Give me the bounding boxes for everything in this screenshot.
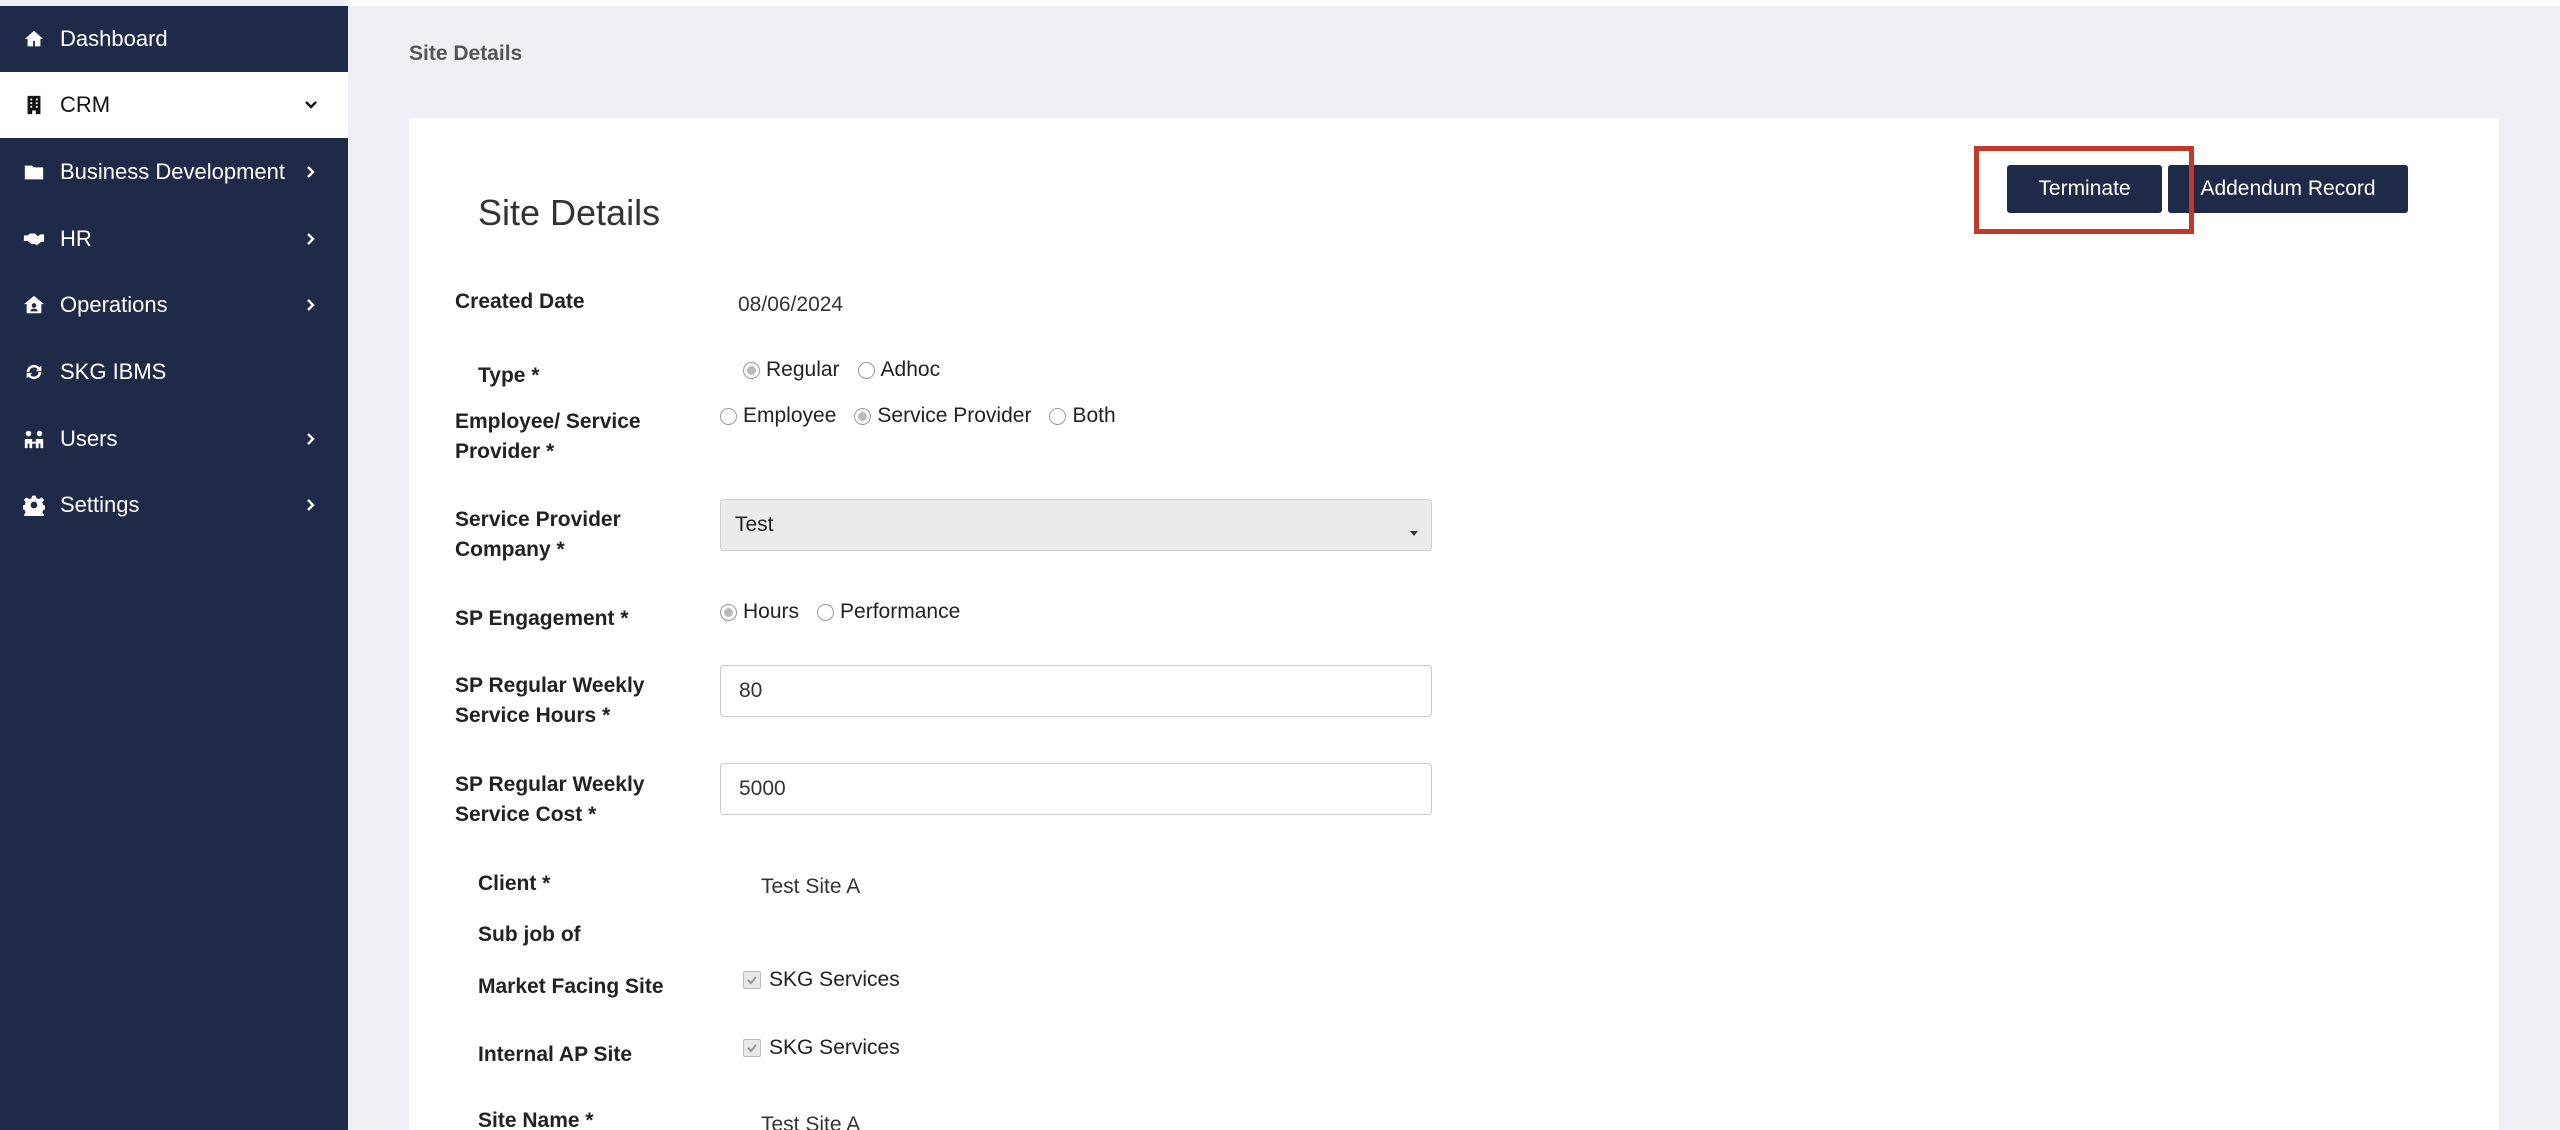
- sidebar-item-label: Users: [60, 426, 118, 451]
- site-name-value: Test Site A: [761, 1113, 861, 1130]
- sub-job-label: Sub job of: [478, 923, 581, 946]
- sp-engagement-radio-performance[interactable]: Performance: [817, 600, 960, 624]
- internal-ap-checkbox[interactable]: SKG Services: [743, 1036, 900, 1060]
- radio-unselected: [720, 407, 737, 425]
- chevron-right-icon: [304, 432, 318, 446]
- sidebar-item-hr[interactable]: HR: [0, 206, 348, 272]
- sidebar-item-business-development[interactable]: Business Development: [0, 139, 348, 205]
- type-label: Type *: [478, 364, 540, 387]
- sidebar-item-label: Settings: [60, 492, 140, 517]
- page-title: Site Details: [478, 192, 661, 233]
- sp-cost-label-line2: Service Cost *: [455, 803, 597, 826]
- sidebar-item-label: SKG IBMS: [60, 359, 167, 384]
- addendum-record-button[interactable]: Addendum Record: [2168, 165, 2408, 213]
- sidebar: Dashboard CRM Business Development HR Op…: [0, 6, 348, 1130]
- sp-company-select[interactable]: Test: [720, 499, 1432, 551]
- type-radio-group: Regular Adhoc: [743, 358, 958, 382]
- chevron-right-icon: [304, 232, 318, 246]
- sp-cost-input[interactable]: [720, 763, 1432, 815]
- client-value: Test Site A: [761, 875, 861, 898]
- radio-selected: [743, 361, 760, 379]
- employee-sp-label-line1: Employee/ Service: [455, 410, 641, 433]
- sidebar-item-users[interactable]: Users: [0, 406, 348, 472]
- radio-selected: [854, 407, 872, 425]
- site-name-label: Site Name *: [478, 1109, 594, 1130]
- chevron-right-icon: [304, 298, 318, 312]
- sp-company-selected-value: Test: [735, 513, 774, 536]
- sidebar-item-settings[interactable]: Settings: [0, 472, 348, 538]
- market-facing-label: Market Facing Site: [478, 975, 664, 998]
- sidebar-item-operations[interactable]: Operations: [0, 272, 348, 338]
- type-radio-regular[interactable]: Regular: [743, 358, 840, 382]
- sidebar-item-label: CRM: [60, 92, 111, 117]
- checkbox-checked-icon: [743, 1039, 761, 1057]
- radio-selected: [720, 603, 737, 621]
- chevron-right-icon: [304, 498, 318, 512]
- handshake-icon: [22, 227, 46, 251]
- sidebar-item-crm[interactable]: CRM: [0, 72, 348, 138]
- site-details-card: [409, 118, 2499, 1130]
- sp-engagement-label: SP Engagement *: [455, 607, 629, 630]
- radio-unselected: [857, 361, 875, 379]
- breadcrumb: Site Details: [409, 42, 523, 65]
- house-user-icon: [22, 293, 46, 317]
- sidebar-item-skg-ibms[interactable]: SKG IBMS: [0, 339, 348, 405]
- chevron-down-icon: [304, 98, 318, 112]
- market-facing-value: SKG Services: [769, 968, 900, 991]
- sidebar-item-label: Operations: [60, 292, 168, 317]
- sp-engagement-radio-group: Hours Performance: [720, 600, 978, 624]
- users-icon: [22, 427, 46, 451]
- market-facing-checkbox[interactable]: SKG Services: [743, 968, 900, 992]
- employee-sp-radio-employee[interactable]: Employee: [720, 404, 836, 428]
- gear-icon: [22, 493, 46, 517]
- sidebar-item-label: HR: [60, 226, 92, 251]
- sidebar-item-label: Business Development: [60, 159, 286, 184]
- created-date-label: Created Date: [455, 290, 585, 313]
- sp-cost-label-line1: SP Regular Weekly: [455, 773, 645, 796]
- radio-unselected: [817, 603, 835, 621]
- home-icon: [22, 27, 46, 51]
- sync-icon: [22, 360, 46, 384]
- folder-icon: [22, 160, 46, 184]
- sp-company-label-line2: Company *: [455, 538, 565, 561]
- sp-hours-label-line1: SP Regular Weekly: [455, 674, 645, 697]
- sp-engagement-radio-hours[interactable]: Hours: [720, 600, 799, 624]
- employee-sp-radio-both[interactable]: Both: [1049, 404, 1116, 428]
- employee-sp-label-line2: Provider *: [455, 440, 555, 463]
- radio-unselected: [1049, 407, 1067, 425]
- employee-sp-radio-service-provider[interactable]: Service Provider: [854, 404, 1031, 428]
- employee-sp-radio-group: Employee Service Provider Both: [720, 404, 1134, 428]
- internal-ap-value: SKG Services: [769, 1036, 900, 1059]
- sidebar-item-label: Dashboard: [60, 26, 168, 51]
- chevron-right-icon: [304, 165, 318, 179]
- top-bar: [348, 0, 2560, 6]
- client-label: Client *: [478, 872, 551, 895]
- building-icon: [22, 93, 46, 117]
- sidebar-item-dashboard[interactable]: Dashboard: [0, 6, 348, 72]
- sp-hours-label-line2: Service Hours *: [455, 704, 611, 727]
- checkbox-checked-icon: [743, 971, 761, 989]
- sp-company-label-line1: Service Provider: [455, 508, 621, 531]
- created-date-value: 08/06/2024: [738, 293, 844, 316]
- type-radio-adhoc[interactable]: Adhoc: [857, 358, 940, 382]
- terminate-button[interactable]: Terminate: [2007, 165, 2162, 213]
- caret-down-icon: [1409, 520, 1419, 536]
- sp-hours-input[interactable]: [720, 665, 1432, 717]
- internal-ap-label: Internal AP Site: [478, 1043, 633, 1066]
